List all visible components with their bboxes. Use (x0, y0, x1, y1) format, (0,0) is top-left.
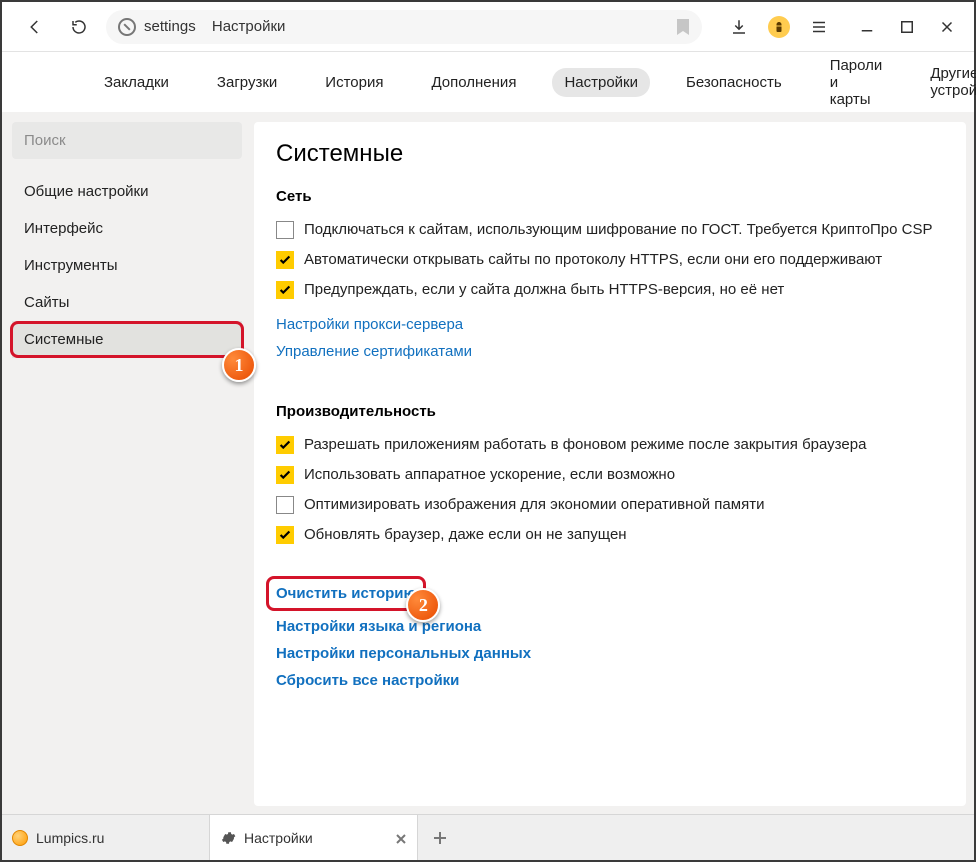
downloads-button[interactable] (728, 16, 750, 38)
section-title-network: Сеть (276, 188, 944, 205)
checkbox-icon (276, 466, 294, 484)
menu-button[interactable] (808, 16, 830, 38)
checkbox-icon (276, 221, 294, 239)
checkbox-optimize-images[interactable]: Оптимизировать изображения для экономии … (276, 490, 944, 520)
checkbox-icon (276, 251, 294, 269)
address-title: Настройки (212, 18, 286, 35)
nav-addons[interactable]: Дополнения (419, 68, 528, 97)
nav-settings[interactable]: Настройки (552, 68, 650, 97)
checkbox-warn-https[interactable]: Предупреждать, если у сайта должна быть … (276, 275, 944, 305)
checkbox-icon (276, 281, 294, 299)
close-window-button[interactable] (936, 16, 958, 38)
reload-button[interactable] (62, 10, 96, 44)
sidebar-item-general[interactable]: Общие настройки (12, 173, 242, 210)
checkbox-label: Обновлять браузер, даже если он не запущ… (304, 526, 627, 543)
nav-security[interactable]: Безопасность (674, 68, 794, 97)
checkbox-label: Использовать аппаратное ускорение, если … (304, 466, 675, 483)
address-bar[interactable]: settings Настройки (106, 10, 702, 44)
extension-icon[interactable] (768, 16, 790, 38)
link-proxy-settings[interactable]: Настройки прокси-сервера (276, 311, 944, 338)
nav-downloads[interactable]: Загрузки (205, 68, 289, 97)
site-identity-icon (118, 18, 136, 36)
content-panel: Системные Сеть Подключаться к сайтам, ис… (254, 122, 966, 806)
sidebar: Поиск Общие настройки Интерфейс Инструме… (12, 122, 242, 806)
link-personal-data[interactable]: Настройки персональных данных (276, 640, 944, 667)
address-text: settings Настройки (144, 18, 285, 35)
settings-body: Поиск Общие настройки Интерфейс Инструме… (2, 112, 974, 814)
tab-lumpics[interactable]: Lumpics.ru (2, 815, 210, 860)
annotation-callout-1: 1 (222, 348, 256, 382)
page-title: Системные (276, 140, 944, 168)
link-certificates[interactable]: Управление сертификатами (276, 338, 944, 365)
checkbox-label: Автоматически открывать сайты по протоко… (304, 251, 882, 268)
favicon-icon (12, 830, 28, 846)
sidebar-list: Общие настройки Интерфейс Инструменты Са… (12, 173, 242, 358)
checkbox-icon (276, 496, 294, 514)
browser-window: settings Настройки (0, 0, 976, 862)
checkbox-icon (276, 526, 294, 544)
tab-title: Настройки (244, 830, 313, 846)
link-clear-history[interactable]: Очистить историю (276, 580, 416, 607)
sidebar-item-sites[interactable]: Сайты (12, 284, 242, 321)
nav-other-devices[interactable]: Другие устройства (918, 59, 976, 105)
nav-history[interactable]: История (313, 68, 395, 97)
checkbox-bg-apps[interactable]: Разрешать приложениям работать в фоновом… (276, 430, 944, 460)
checkbox-label: Оптимизировать изображения для экономии … (304, 496, 764, 513)
tab-close-button[interactable] (395, 832, 407, 844)
section-title-performance: Производительность (276, 403, 944, 420)
new-tab-button[interactable] (418, 815, 462, 860)
link-language-region[interactable]: Настройки языка и региона (276, 613, 944, 640)
tab-settings[interactable]: Настройки (210, 815, 418, 860)
checkbox-auto-https[interactable]: Автоматически открывать сайты по протоко… (276, 245, 944, 275)
sidebar-item-tools[interactable]: Инструменты (12, 247, 242, 284)
settings-nav: Закладки Загрузки История Дополнения Нас… (2, 52, 974, 112)
link-reset-settings[interactable]: Сбросить все настройки (276, 667, 944, 694)
checkbox-label: Разрешать приложениям работать в фоновом… (304, 436, 866, 453)
toolbar-right (728, 16, 958, 38)
nav-passwords[interactable]: Пароли и карты (818, 51, 895, 114)
back-button[interactable] (18, 10, 52, 44)
checkbox-label: Предупреждать, если у сайта должна быть … (304, 281, 784, 298)
checkbox-hw-accel[interactable]: Использовать аппаратное ускорение, если … (276, 460, 944, 490)
tab-bar: Lumpics.ru Настройки (2, 814, 974, 860)
address-prefix: settings (144, 18, 196, 35)
sidebar-item-system[interactable]: Системные (12, 321, 242, 358)
checkbox-gost[interactable]: Подключаться к сайтам, использующим шифр… (276, 215, 944, 245)
checkbox-icon (276, 436, 294, 454)
checkbox-label: Подключаться к сайтам, использующим шифр… (304, 221, 933, 238)
sidebar-item-interface[interactable]: Интерфейс (12, 210, 242, 247)
bookmark-icon[interactable] (676, 18, 690, 36)
tab-title: Lumpics.ru (36, 830, 104, 846)
minimize-button[interactable] (856, 16, 878, 38)
search-input[interactable]: Поиск (12, 122, 242, 159)
gear-icon (220, 830, 236, 846)
checkbox-update-bg[interactable]: Обновлять браузер, даже если он не запущ… (276, 520, 944, 550)
maximize-button[interactable] (896, 16, 918, 38)
nav-bookmarks[interactable]: Закладки (92, 68, 181, 97)
toolbar: settings Настройки (2, 2, 974, 52)
